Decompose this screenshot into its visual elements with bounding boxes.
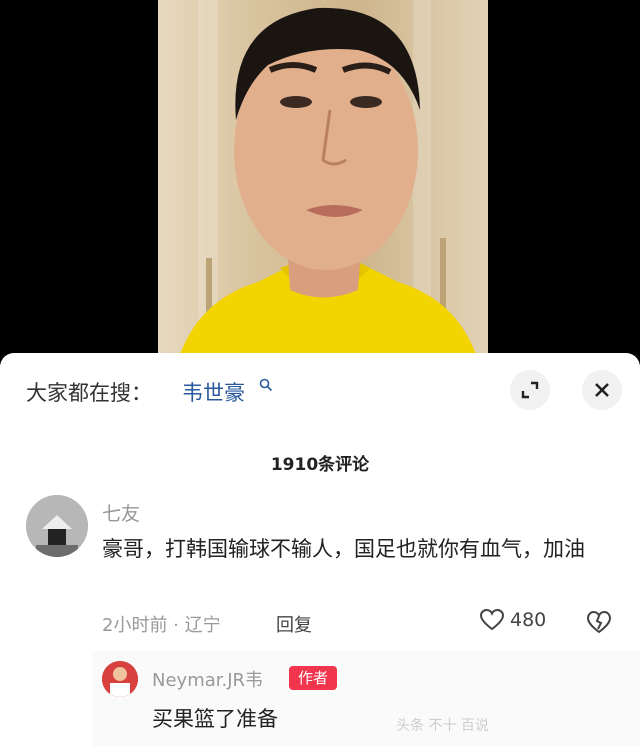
comment-count: 1910条评论 xyxy=(270,455,370,475)
person-image xyxy=(178,7,478,360)
reply-button[interactable]: 回复 xyxy=(276,611,312,637)
comment-username[interactable]: 七友 xyxy=(102,499,140,526)
comment-meta: 2小时前 · 辽宁 xyxy=(102,615,221,636)
avatar[interactable] xyxy=(102,661,138,697)
heart-icon xyxy=(480,609,504,631)
comment-item: 七友 豪哥，打韩国输球不输人，国足也就你有血气，加油 2小时前 · 辽宁 回复 … xyxy=(0,493,640,653)
dislike-button[interactable] xyxy=(586,610,612,638)
reply-text: 买果篮了准备 xyxy=(152,707,278,731)
search-suggestion-bar[interactable]: 大家都在搜： 韦世豪 xyxy=(0,353,640,425)
comment-text: 豪哥，打韩国输球不输人，国足也就你有血气，加油 xyxy=(102,537,585,561)
reply-avatar-image xyxy=(102,661,138,697)
author-badge: 作者 xyxy=(289,666,337,690)
search-prefix: 大家都在搜： xyxy=(26,381,152,405)
search-icon xyxy=(259,378,273,392)
avatar[interactable] xyxy=(26,495,88,557)
user-avatar-image xyxy=(26,495,88,557)
reply-item: Neymar.JR韦 作者 买果篮了准备 xyxy=(92,651,640,746)
close-icon xyxy=(595,383,609,397)
like-count: 480 xyxy=(510,609,547,631)
like-button[interactable]: 480 xyxy=(480,609,546,631)
broken-heart-icon xyxy=(586,610,612,634)
expand-button[interactable] xyxy=(510,370,550,410)
reply-username[interactable]: Neymar.JR韦 xyxy=(152,666,263,692)
comment-sheet: 大家都在搜： 韦世豪 1910条评论 七友 豪哥，打韩国输球不输人，国足也就你有… xyxy=(0,353,640,746)
watermark: 头条 不十 百说 xyxy=(396,718,489,734)
video-frame xyxy=(158,0,488,360)
video-player[interactable] xyxy=(0,0,640,360)
search-term-link[interactable]: 韦世豪 xyxy=(182,377,245,407)
expand-icon xyxy=(521,381,539,399)
close-button[interactable] xyxy=(582,370,622,410)
